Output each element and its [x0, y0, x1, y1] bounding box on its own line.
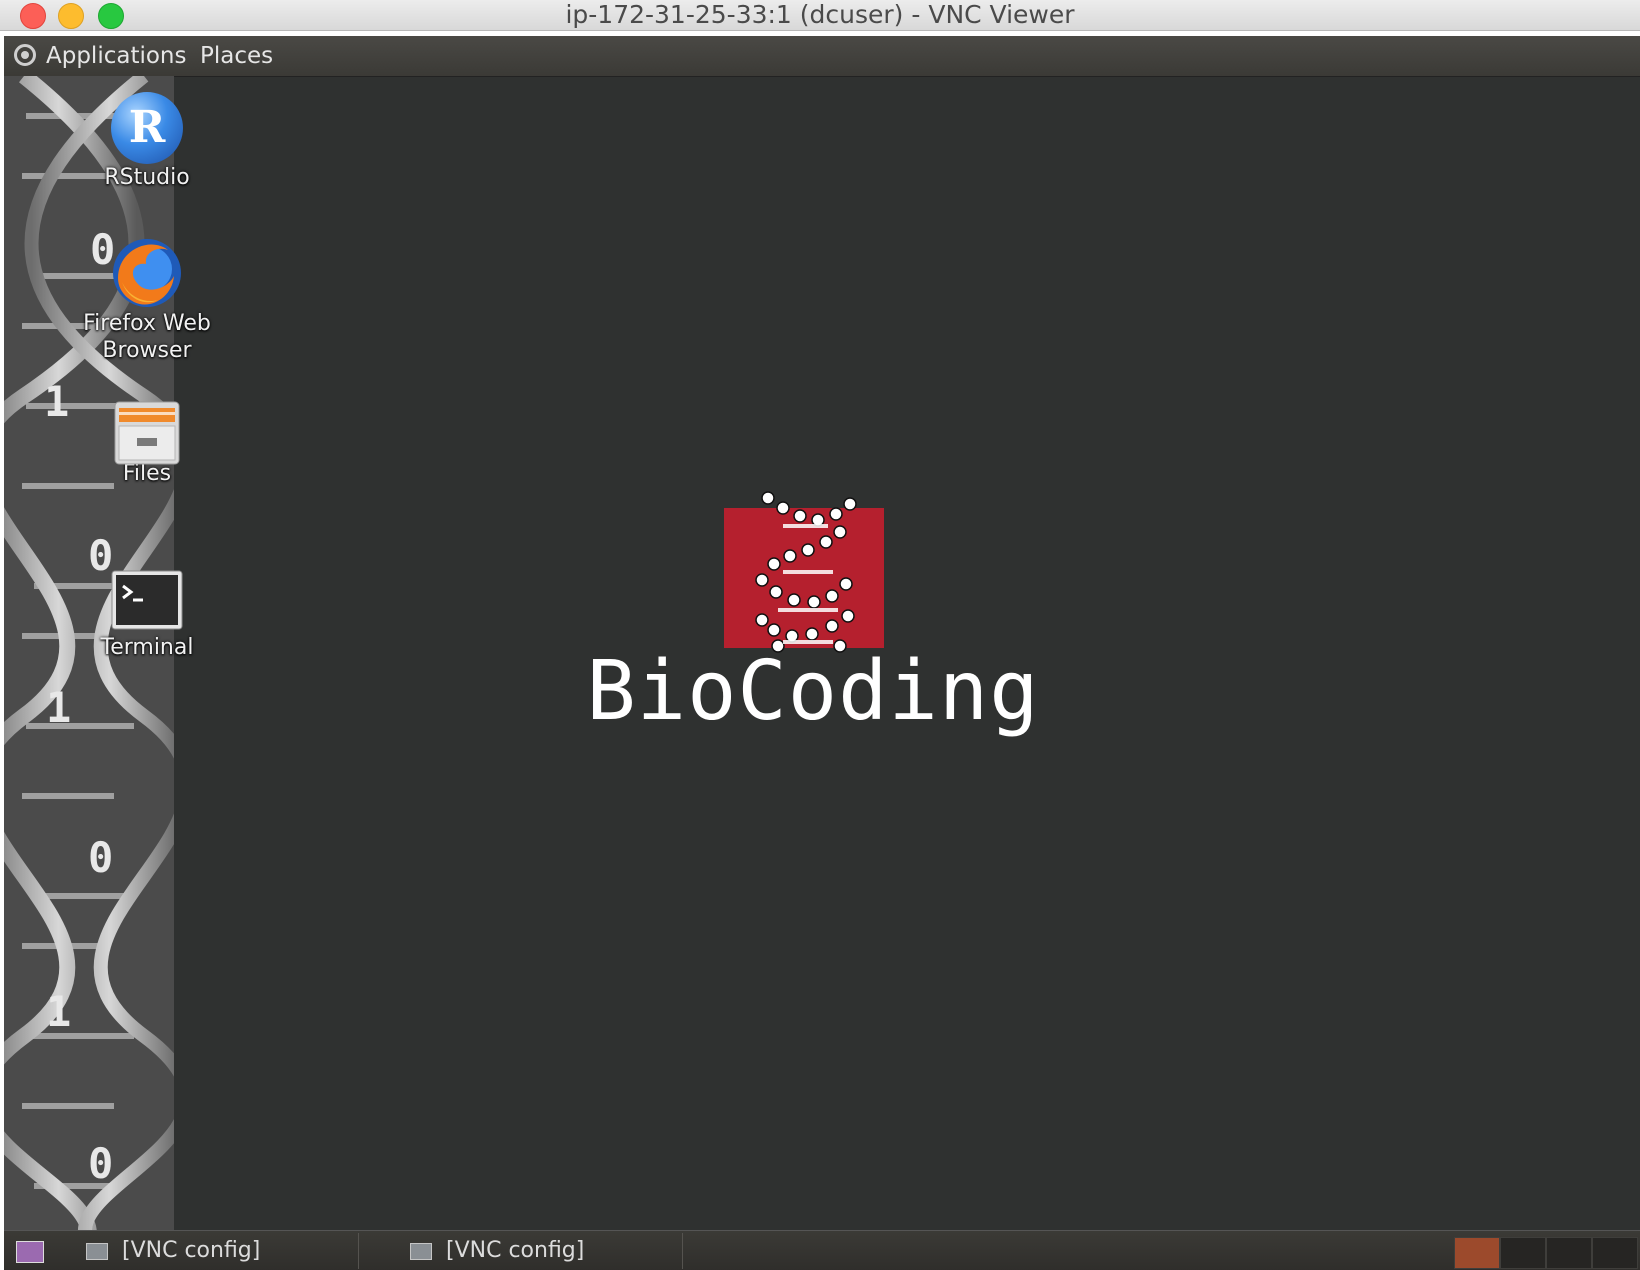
desktop-icon-rstudio[interactable]: R RStudio — [72, 92, 222, 191]
firefox-icon — [110, 236, 184, 310]
workspace-1[interactable] — [1454, 1237, 1500, 1269]
files-icon — [113, 400, 181, 465]
biocoding-logo-text: BioCoding — [586, 644, 1040, 739]
window-title: ip-172-31-25-33:1 (dcuser) - VNC Viewer — [565, 0, 1075, 29]
wallpaper-digit: 1 — [46, 987, 71, 1036]
wallpaper-digit: 0 — [88, 833, 113, 882]
workspace-4[interactable] — [1592, 1237, 1638, 1269]
window-icon — [86, 1242, 108, 1260]
dna-logo-graphic — [724, 491, 884, 653]
wallpaper-digit: 1 — [46, 683, 71, 732]
window-icon — [410, 1242, 432, 1260]
terminal-icon — [111, 570, 183, 630]
desktop-icon-label: Terminal — [100, 635, 194, 660]
desktop-icon-label: Firefox Web Browser — [83, 311, 211, 363]
bottom-panel: [VNC config] [VNC config] — [4, 1230, 1640, 1270]
biocoding-logo: BioCoding — [578, 484, 1048, 784]
desktop-icon-label: RStudio — [104, 165, 190, 190]
taskbar-item-label: [VNC config] — [122, 1238, 261, 1263]
desktop-icon-terminal[interactable]: Terminal — [72, 570, 222, 661]
wallpaper-digit: 1 — [44, 377, 69, 426]
wallpaper-digit: 0 — [88, 1139, 113, 1188]
taskbar-item[interactable]: [VNC config] — [58, 1233, 359, 1269]
top-panel: Applications Places — [4, 36, 1640, 77]
remote-desktop[interactable]: Applications Places 0 1 0 1 0 1 0 R RStu… — [4, 36, 1640, 1270]
taskbar-item-label: [VNC config] — [446, 1238, 585, 1263]
places-menu[interactable]: Places — [200, 36, 273, 76]
applications-menu-icon[interactable] — [14, 44, 36, 66]
taskbar-item[interactable]: [VNC config] — [382, 1233, 683, 1269]
vnc-window-titlebar[interactable]: ip-172-31-25-33:1 (dcuser) - VNC Viewer — [0, 0, 1640, 31]
desktop-icon-firefox[interactable]: Firefox Web Browser — [72, 236, 222, 364]
workspace-2[interactable] — [1500, 1237, 1546, 1269]
workspace-3[interactable] — [1546, 1237, 1592, 1269]
rstudio-icon: R — [111, 92, 183, 164]
applications-menu[interactable]: Applications — [46, 36, 187, 76]
show-desktop-button[interactable] — [16, 1241, 44, 1263]
desktop-icon-files[interactable]: Files — [72, 400, 222, 487]
